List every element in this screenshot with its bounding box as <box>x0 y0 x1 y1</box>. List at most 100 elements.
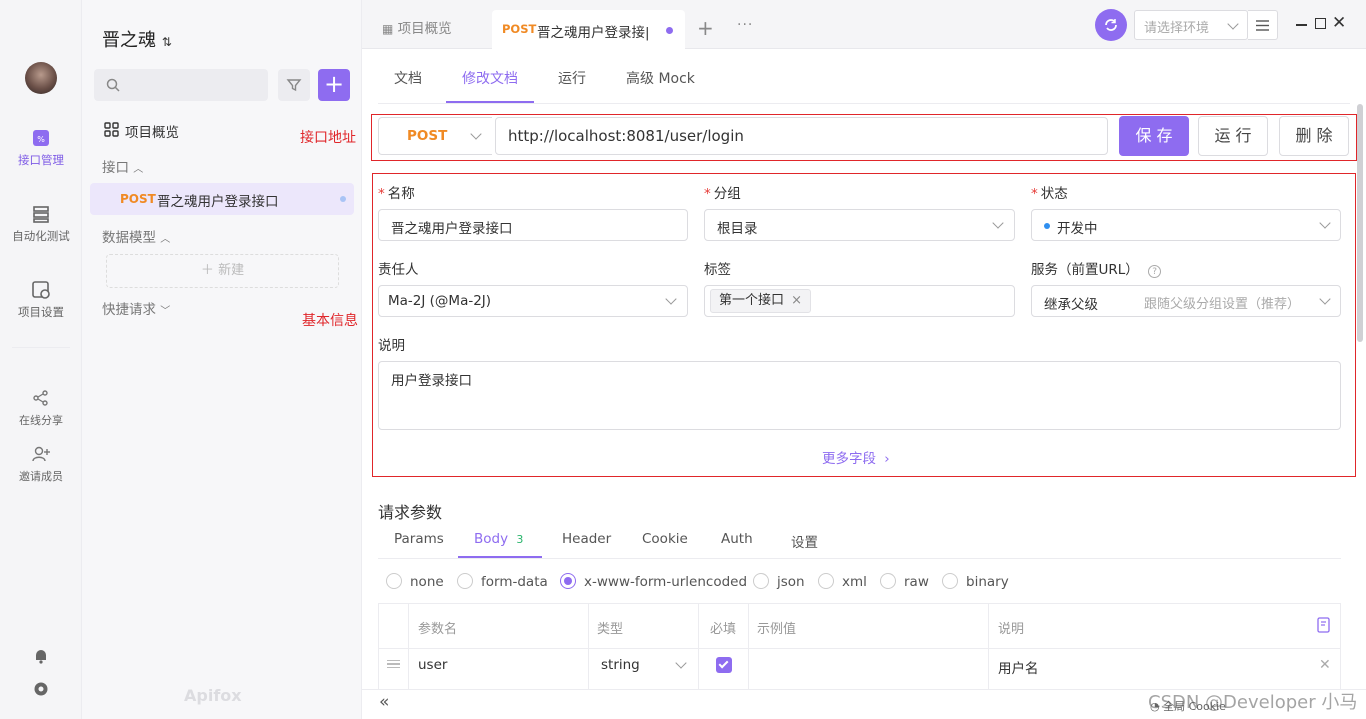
api-list-item[interactable]: POST 晋之魂用户登录接口 <box>90 183 354 215</box>
param-desc-cell[interactable]: 用户名 <box>998 657 1039 677</box>
search-input[interactable] <box>94 69 268 101</box>
tab-project-overview[interactable]: ▦ 项目概览 <box>382 10 452 49</box>
radio-label: none <box>410 574 444 590</box>
tab-header[interactable]: Header <box>562 531 611 547</box>
chevron-right-icon: › <box>884 451 890 467</box>
status-select[interactable]: 开发中 <box>1031 209 1341 241</box>
divider <box>378 103 1350 104</box>
column-divider <box>588 603 589 689</box>
owner-select[interactable]: Ma-2J (@Ma-2J) <box>378 285 688 317</box>
tab-label: Params <box>394 531 444 547</box>
rail-item-invite[interactable]: 邀请成员 <box>0 444 82 484</box>
chevron-down-icon <box>992 217 1004 229</box>
section-data-model[interactable]: 数据模型 ︿ <box>102 226 170 246</box>
run-button[interactable]: 运 行 <box>1198 116 1268 156</box>
grid-icon <box>104 122 119 137</box>
rail-label: 项目设置 <box>18 305 64 319</box>
service-select[interactable]: 继承父级 跟随父级分组设置（推荐） <box>1031 285 1341 317</box>
rail-item-share[interactable]: 在线分享 <box>0 388 82 428</box>
tab-api-login[interactable]: POST 晋之魂用户登录接| <box>492 10 685 50</box>
chevron-down-icon <box>665 293 677 305</box>
filter-icon <box>286 79 302 92</box>
scrollbar-thumb[interactable] <box>1357 104 1363 342</box>
param-name-cell[interactable]: user <box>418 657 447 673</box>
add-user-icon <box>32 446 50 462</box>
group-select[interactable]: 根目录 <box>704 209 1015 241</box>
menu-icon <box>1256 20 1269 31</box>
layers-icon <box>33 206 49 223</box>
section-api[interactable]: 接口 ︿ <box>102 156 143 176</box>
tab-bar: ▦ 项目概览 POST 晋之魂用户登录接| + ··· 请选择环境 ✕ <box>362 0 1366 50</box>
environment-menu-button[interactable] <box>1248 10 1278 40</box>
status-dot <box>1044 223 1050 229</box>
new-model-button[interactable]: ＋ 新建 <box>106 254 339 288</box>
environment-select[interactable]: 请选择环境 <box>1134 10 1248 40</box>
section-quick-request[interactable]: 快捷请求 ﹀ <box>102 298 170 318</box>
rail-item-settings[interactable]: 项目设置 <box>0 280 82 320</box>
tab-settings[interactable]: 设置 <box>791 531 818 551</box>
tab-cookie[interactable]: Cookie <box>642 531 688 547</box>
more-tabs-button[interactable]: ··· <box>737 17 753 33</box>
chevron-down-icon <box>1227 18 1239 30</box>
method-select[interactable]: POST <box>378 117 492 155</box>
bell-icon[interactable] <box>32 647 50 665</box>
filter-button[interactable] <box>278 69 310 101</box>
rail-item-automation[interactable]: 自动化测试 <box>0 204 82 244</box>
url-input[interactable]: http://localhost:8081/user/login <box>495 117 1108 155</box>
delete-button[interactable]: 删 除 <box>1279 116 1349 156</box>
project-switcher[interactable]: 晋之魂 ⇅ <box>102 26 172 52</box>
unsaved-dot <box>340 196 346 202</box>
required-checkbox[interactable] <box>716 657 732 673</box>
tab-label: Body <box>474 531 509 547</box>
rail-item-api-management[interactable]: % 接口管理 <box>0 128 82 168</box>
radio-none[interactable] <box>386 573 402 589</box>
tab-body[interactable]: Body 3 <box>474 531 523 547</box>
collapse-sidebar-icon[interactable]: « <box>379 692 389 712</box>
annotation-url: 接口地址 <box>300 130 356 146</box>
radio-form-data[interactable] <box>457 573 473 589</box>
column-header: 示例值 <box>757 622 797 637</box>
maximize-icon[interactable] <box>1315 18 1326 29</box>
tab-label: 修改文档 <box>462 71 518 87</box>
drag-handle-icon[interactable] <box>387 660 400 668</box>
chevron-down-icon <box>1319 217 1331 229</box>
tab-auth[interactable]: Auth <box>721 531 753 547</box>
radio-label: binary <box>966 574 1009 590</box>
gear-icon[interactable] <box>32 680 50 698</box>
bulk-edit-icon[interactable] <box>1317 617 1331 633</box>
params-title: 请求参数 <box>378 503 443 522</box>
radio-label: xml <box>842 574 867 590</box>
close-icon[interactable]: ✕ <box>1332 13 1346 33</box>
column-divider <box>748 603 749 689</box>
new-tab-button[interactable]: + <box>697 16 714 40</box>
chevron-down-icon <box>1319 293 1331 305</box>
param-type-cell[interactable]: string <box>601 657 640 673</box>
help-icon[interactable]: ? <box>1148 265 1162 278</box>
tab-run[interactable]: 运行 <box>558 68 586 88</box>
radio-urlencoded[interactable] <box>560 573 576 589</box>
status-label: * 状态 <box>1031 186 1068 202</box>
close-icon[interactable]: × <box>791 293 802 308</box>
description-textarea[interactable]: 用户登录接口 <box>378 361 1341 430</box>
add-button[interactable]: + <box>318 69 350 101</box>
tags-field[interactable]: 第一个接口 × <box>704 285 1015 317</box>
radio-raw[interactable] <box>880 573 896 589</box>
more-fields-link[interactable]: 更多字段 › <box>822 447 890 467</box>
sync-button[interactable] <box>1095 9 1127 41</box>
chevron-up-icon: ︿ <box>133 164 144 175</box>
tab-advanced-mock[interactable]: 高级 Mock <box>626 68 695 88</box>
radio-binary[interactable] <box>942 573 958 589</box>
name-field[interactable]: 晋之魂用户登录接口 <box>378 209 688 241</box>
minimize-icon[interactable] <box>1296 24 1307 26</box>
section-quick-label: 快捷请求 <box>102 302 156 318</box>
tab-edit-doc[interactable]: 修改文档 <box>462 68 518 88</box>
avatar[interactable] <box>25 62 57 94</box>
radio-xml[interactable] <box>818 573 834 589</box>
radio-json[interactable] <box>753 573 769 589</box>
project-sidebar: 晋之魂 ⇅ + 项目概览 接口 ︿ POST 晋之魂用户登录接口 数据模型 ︿ … <box>82 0 362 719</box>
delete-row-icon[interactable]: ✕ <box>1319 657 1331 673</box>
save-button[interactable]: 保 存 <box>1119 116 1189 156</box>
annotation-basic: 基本信息 <box>302 313 358 329</box>
tab-doc[interactable]: 文档 <box>394 68 422 88</box>
tab-params[interactable]: Params <box>394 531 444 547</box>
